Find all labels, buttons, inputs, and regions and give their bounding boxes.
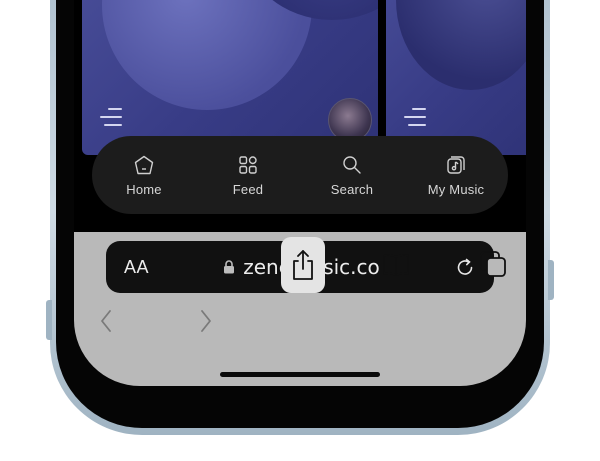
lock-icon <box>224 260 235 274</box>
nav-item-feed[interactable]: Feed <box>198 154 298 197</box>
photo-card[interactable] <box>386 0 526 155</box>
search-icon <box>343 155 361 174</box>
side-button <box>548 260 554 300</box>
side-button <box>46 300 52 340</box>
phone-screen: Home Feed Search My Music AA <box>74 0 526 386</box>
nav-label: Search <box>330 181 374 197</box>
share-button[interactable] <box>281 237 325 293</box>
home-icon <box>134 155 154 174</box>
share-icon <box>293 250 313 280</box>
photo-subject <box>102 0 312 110</box>
nav-label: Home <box>126 181 162 197</box>
grid-icon <box>239 155 257 174</box>
bookmarks-icon <box>383 254 409 276</box>
browser-toolbar <box>74 237 526 352</box>
home-indicator[interactable] <box>220 372 380 377</box>
nav-item-home[interactable]: Home <box>94 154 194 197</box>
nav-item-my-music[interactable]: My Music <box>406 154 506 197</box>
bookmarks-button[interactable] <box>380 250 412 280</box>
menu-icon[interactable] <box>100 108 122 126</box>
nav-label: Feed <box>232 181 264 197</box>
photo-card[interactable] <box>82 0 378 155</box>
forward-button[interactable] <box>196 306 216 336</box>
bottom-nav: Home Feed Search My Music <box>92 136 508 214</box>
nav-label: My Music <box>427 181 485 197</box>
back-button[interactable] <box>96 306 116 336</box>
music-note-icon <box>447 155 465 174</box>
back-icon <box>101 310 111 332</box>
photo-subject <box>396 0 526 90</box>
nav-item-search[interactable]: Search <box>302 154 402 197</box>
reload-icon[interactable] <box>454 256 476 278</box>
tabs-icon <box>480 251 506 277</box>
text-size-button[interactable]: AA <box>124 257 149 278</box>
forward-icon <box>201 310 211 332</box>
menu-icon[interactable] <box>404 108 426 126</box>
tabs-button[interactable] <box>478 249 508 279</box>
